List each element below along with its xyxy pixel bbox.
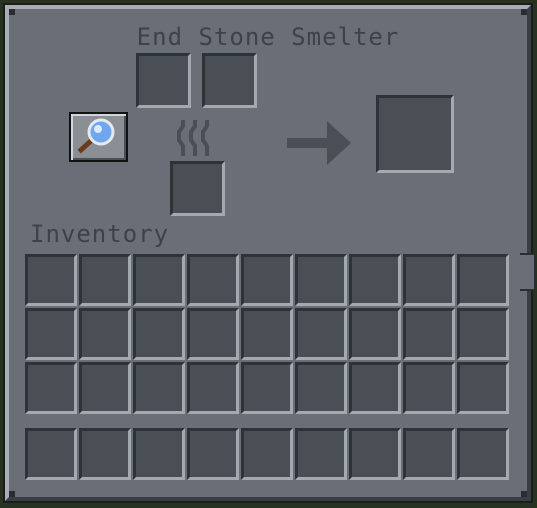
magnifying-glass-icon [77, 118, 115, 154]
hotbar-slot[interactable] [403, 428, 455, 480]
hotbar-slot[interactable] [25, 428, 77, 480]
inventory-slot[interactable] [403, 308, 455, 360]
inventory-slot[interactable] [79, 254, 131, 306]
inventory-slot[interactable] [349, 362, 401, 414]
inventory-slot[interactable] [241, 362, 293, 414]
corner-rivet [521, 491, 527, 497]
inventory-slot[interactable] [241, 254, 293, 306]
inventory-slot[interactable] [79, 308, 131, 360]
hotbar-slot[interactable] [457, 428, 509, 480]
input-slot-1[interactable] [136, 53, 191, 108]
inventory-slot[interactable] [133, 308, 185, 360]
inventory-slot[interactable] [133, 254, 185, 306]
hotbar-slot[interactable] [241, 428, 293, 480]
inventory-slot[interactable] [25, 362, 77, 414]
inventory-label: Inventory [30, 220, 170, 248]
hotbar-slot[interactable] [349, 428, 401, 480]
gui-title: End Stone Smelter [136, 23, 400, 51]
inventory-slot[interactable] [79, 362, 131, 414]
inventory-slot[interactable] [25, 254, 77, 306]
smelter-gui-panel: End Stone Smelter Inventory [5, 5, 531, 501]
inventory-slot[interactable] [187, 308, 239, 360]
inventory-slot[interactable] [349, 308, 401, 360]
inventory-slot[interactable] [457, 308, 509, 360]
inventory-slot[interactable] [295, 308, 347, 360]
inventory-slot[interactable] [457, 362, 509, 414]
inventory-slot[interactable] [403, 362, 455, 414]
inventory-slot[interactable] [457, 254, 509, 306]
hotbar-slot[interactable] [295, 428, 347, 480]
recipe-lookup-button[interactable] [69, 112, 128, 162]
corner-rivet [9, 9, 15, 15]
inventory-slot[interactable] [133, 362, 185, 414]
heat-waves-icon [177, 120, 209, 156]
input-slot-2[interactable] [202, 53, 257, 108]
inventory-slot[interactable] [403, 254, 455, 306]
corner-rivet [9, 491, 15, 497]
fuel-slot[interactable] [170, 161, 225, 216]
hotbar-slot[interactable] [133, 428, 185, 480]
inventory-slot[interactable] [295, 362, 347, 414]
inventory-slot[interactable] [25, 308, 77, 360]
hotbar-slot[interactable] [187, 428, 239, 480]
inventory-slot[interactable] [187, 362, 239, 414]
inventory-slot[interactable] [241, 308, 293, 360]
arrow-right-icon [287, 121, 351, 165]
inventory-slot[interactable] [349, 254, 401, 306]
corner-rivet [521, 9, 527, 15]
output-slot[interactable] [376, 95, 454, 173]
game-background: End Stone Smelter Inventory [0, 0, 537, 508]
inventory-slot[interactable] [295, 254, 347, 306]
inventory-slot[interactable] [187, 254, 239, 306]
side-tab[interactable] [520, 253, 536, 291]
hotbar-slot[interactable] [79, 428, 131, 480]
